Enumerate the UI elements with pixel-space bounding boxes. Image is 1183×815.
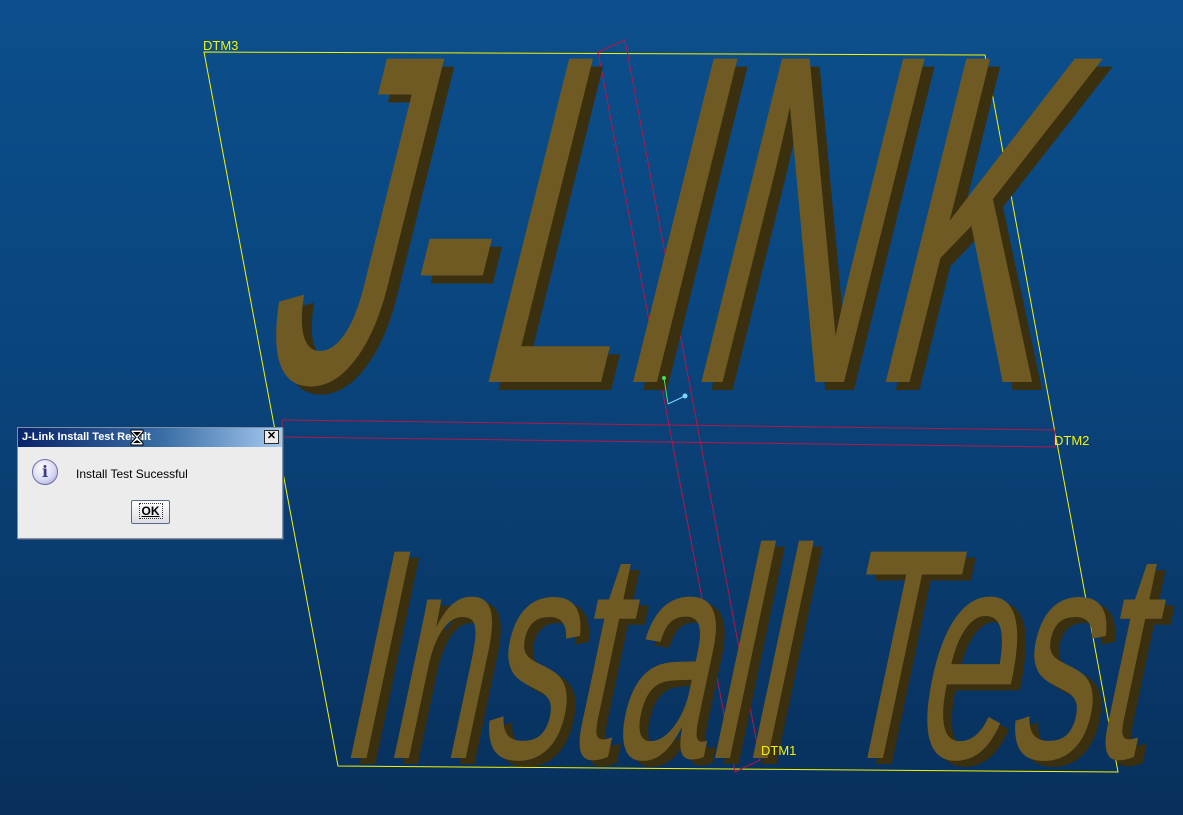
datum-label-dtm1[interactable]: DTM1: [761, 743, 796, 758]
jlink-text-face: J-LINK: [230, 0, 1141, 482]
close-button[interactable]: ✕: [264, 430, 279, 444]
install-result-dialog: J-Link Install Test Result ✕ i Install T…: [17, 427, 283, 539]
datum-label-dtm2[interactable]: DTM2: [1054, 433, 1089, 448]
datum-label-dtm3[interactable]: DTM3: [203, 38, 238, 53]
model-text-install-test: Install Test Install Test: [321, 487, 1183, 815]
ok-button-label: OK: [138, 503, 163, 519]
close-icon: ✕: [266, 430, 277, 442]
dialog-titlebar[interactable]: J-Link Install Test Result ✕: [18, 428, 282, 447]
dialog-message: Install Test Sucessful: [76, 467, 188, 481]
3d-viewport[interactable]: J-LINK J-LINK Install Test Install Test …: [0, 0, 1183, 815]
ok-button[interactable]: OK: [131, 500, 170, 524]
info-icon: i: [32, 459, 58, 485]
install-test-text-face: Install Test: [321, 487, 1183, 815]
model-text-jlink: J-LINK J-LINK: [230, 0, 1151, 490]
hourglass-cursor-icon: [130, 429, 144, 446]
